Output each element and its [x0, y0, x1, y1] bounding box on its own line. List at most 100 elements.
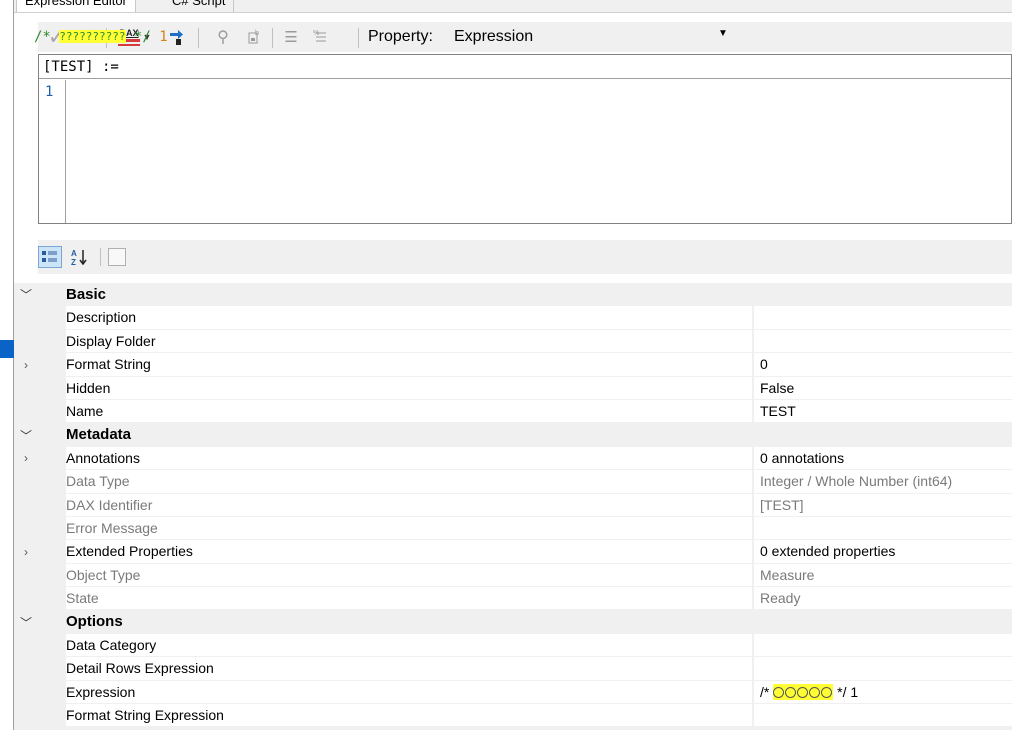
property-value: [753, 516, 1012, 541]
comment-lines-icon[interactable]: ☰: [280, 25, 302, 49]
property-value[interactable]: [753, 306, 1012, 330]
line-number: 1: [45, 84, 54, 100]
property-label: Property:: [368, 28, 433, 45]
property-pages-icon[interactable]: [108, 248, 126, 266]
property-row-format-string[interactable]: › Format String 0: [14, 353, 1012, 377]
uncomment-lines-icon[interactable]: %: [310, 25, 332, 49]
property-name: State: [66, 587, 752, 611]
toolbar-separator: [272, 28, 273, 48]
code-number: 1: [159, 29, 168, 45]
property-name: Expression: [66, 680, 752, 705]
unknown-glyph-icon: [797, 686, 809, 698]
expression-editor[interactable]: [TEST] := 1: [38, 54, 1012, 224]
property-name: DAX Identifier: [66, 493, 752, 517]
property-row-data-category[interactable]: Data Category: [14, 633, 1012, 658]
replace-icon[interactable]: b: [244, 25, 266, 49]
toolbar-separator: [198, 28, 199, 48]
property-row-extended-properties[interactable]: › Extended Properties 0 extended propert…: [14, 540, 1012, 564]
category-value-cell: [753, 423, 1012, 447]
category-label: Options: [66, 610, 752, 634]
category-value-cell: [753, 283, 1012, 307]
svg-text:%: %: [313, 30, 319, 37]
category-basic[interactable]: ﹀ Basic: [14, 283, 1012, 307]
tab-csharp-script[interactable]: C# Script: [164, 0, 235, 12]
property-name: Extended Properties: [66, 540, 752, 564]
property-row-hidden[interactable]: Hidden False: [14, 376, 1012, 400]
code-line[interactable]: /* ?????????? */ 1: [34, 29, 168, 45]
alphabetical-sort-icon[interactable]: A Z: [68, 246, 92, 268]
uncomment-svg: %: [313, 30, 326, 42]
property-value[interactable]: 0 extended properties: [753, 540, 1012, 564]
collapse-chevron-icon[interactable]: ﹀: [14, 610, 38, 633]
category-value-cell: [753, 610, 1012, 634]
category-options[interactable]: ﹀ Options: [14, 610, 1012, 634]
categorized-view-button[interactable]: [38, 246, 62, 268]
property-row-display-folder[interactable]: Display Folder: [14, 329, 1012, 354]
editor-tab-strip: Expression Editor C# Script: [14, 0, 1012, 13]
property-name: Format String Expression: [66, 704, 752, 728]
svg-text:A: A: [71, 249, 77, 258]
property-value[interactable]: [753, 633, 1012, 658]
collapse-chevron-icon[interactable]: ﹀: [14, 283, 38, 306]
property-value: Integer / Whole Number (int64): [753, 470, 1012, 494]
expression-toolbar: ✓ ✕ DAX ▼ ⚲ b ☰ % Property: Expression ▼: [38, 22, 1012, 52]
property-row-state[interactable]: State Ready: [14, 587, 1012, 611]
svg-text:b: b: [255, 30, 259, 37]
apply-changes-icon[interactable]: [166, 25, 188, 49]
left-panel-selection: [0, 340, 14, 358]
unknown-glyph-icon: [785, 686, 797, 698]
chevron-down-icon[interactable]: ▼: [718, 28, 728, 39]
property-value: Ready: [753, 587, 1012, 611]
garbled-comment-text: ??????????: [59, 30, 126, 43]
measure-header: [TEST] :=: [39, 55, 1011, 79]
property-name: Description: [66, 306, 752, 330]
property-row-object-type[interactable]: Object Type Measure: [14, 563, 1012, 588]
find-icon[interactable]: ⚲: [212, 25, 234, 49]
expand-chevron-icon[interactable]: ›: [14, 353, 38, 376]
categorized-icon: [42, 251, 57, 262]
property-value[interactable]: /* */ 1: [753, 680, 1012, 705]
collapse-chevron-icon[interactable]: ﹀: [14, 423, 38, 446]
property-row-data-type[interactable]: Data Type Integer / Whole Number (int64): [14, 470, 1012, 494]
property-name: Format String: [66, 353, 752, 377]
property-select[interactable]: Expression: [450, 26, 740, 48]
property-name: Hidden: [66, 376, 752, 400]
property-name: Object Type: [66, 563, 752, 588]
category-label: Metadata: [66, 423, 752, 447]
property-row-expression[interactable]: Expression /* */ 1: [14, 680, 1012, 705]
property-row-description[interactable]: Description: [14, 306, 1012, 330]
unknown-glyph-icon: [809, 686, 821, 698]
property-value: Measure: [753, 563, 1012, 588]
property-value[interactable]: False: [753, 376, 1012, 400]
property-value[interactable]: [753, 329, 1012, 354]
replace-svg: b: [248, 30, 259, 44]
property-name: Display Folder: [66, 329, 752, 354]
category-metadata[interactable]: ﹀ Metadata: [14, 423, 1012, 447]
toolbar-separator: [358, 28, 359, 48]
expand-chevron-icon[interactable]: ›: [14, 540, 38, 563]
expression-value-open: /*: [760, 683, 774, 700]
property-row-format-string-expression[interactable]: Format String Expression: [14, 704, 1012, 728]
tab-expression-editor[interactable]: Expression Editor: [16, 0, 136, 12]
property-name: Name: [66, 399, 752, 424]
line-number-gutter: 1: [39, 80, 66, 223]
property-value[interactable]: [753, 704, 1012, 728]
property-value[interactable]: [753, 657, 1012, 681]
expand-chevron-icon[interactable]: ›: [14, 447, 38, 470]
az-sort-svg: A Z: [71, 249, 87, 267]
property-value[interactable]: 0: [753, 353, 1012, 377]
left-panel-edge: [0, 0, 14, 730]
property-value[interactable]: 0 annotations: [753, 446, 1012, 471]
property-row-annotations[interactable]: › Annotations 0 annotations: [14, 446, 1012, 471]
property-row-detail-rows-expression[interactable]: Detail Rows Expression: [14, 657, 1012, 681]
unknown-glyph-icon: [821, 686, 833, 698]
property-row-dax-identifier[interactable]: DAX Identifier [TEST]: [14, 493, 1012, 517]
property-name: Detail Rows Expression: [66, 657, 752, 681]
expression-value-close: */ 1: [833, 683, 859, 700]
property-row-name[interactable]: Name TEST: [14, 399, 1012, 424]
property-value[interactable]: TEST: [753, 399, 1012, 424]
category-label: Basic: [66, 283, 752, 307]
property-row-error-message[interactable]: Error Message: [14, 516, 1012, 541]
property-grid-toolbar: A Z: [38, 240, 1012, 274]
unknown-glyph-icon: [773, 686, 785, 698]
